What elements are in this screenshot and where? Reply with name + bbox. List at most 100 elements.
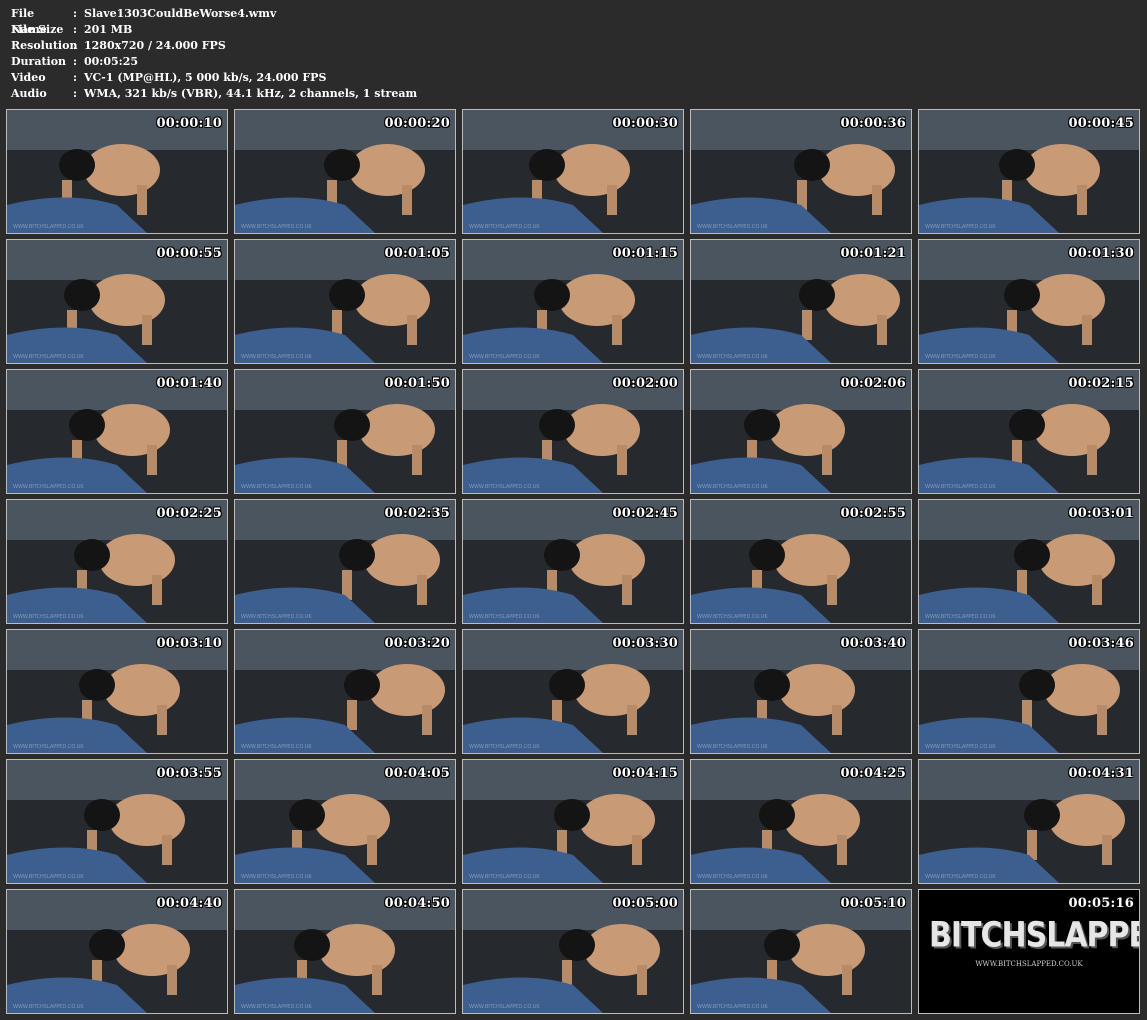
- timestamp-label: 00:01:40: [156, 376, 222, 391]
- info-value: WMA, 321 kb/s (VBR), 44.1 kHz, 2 channel…: [84, 87, 418, 100]
- info-label: Resolution: [11, 39, 78, 52]
- file-info-panel: File Name: Slave1303CouldBeWorse4.wmv File…: [11, 6, 417, 102]
- timestamp-label: 00:02:55: [840, 506, 906, 521]
- video-thumbnail[interactable]: WWW.BITCHSLAPPED.CO.UK 00:00:55: [6, 239, 228, 364]
- site-watermark: WWW.BITCHSLAPPED.CO.UK: [925, 874, 996, 880]
- video-thumbnail[interactable]: WWW.BITCHSLAPPED.CO.UK 00:01:50: [234, 369, 456, 494]
- timestamp-label: 00:01:50: [384, 376, 450, 391]
- site-watermark: WWW.BITCHSLAPPED.CO.UK: [697, 354, 768, 360]
- video-thumbnail[interactable]: WWW.BITCHSLAPPED.CO.UK 00:05:00: [462, 889, 684, 1014]
- video-thumbnail[interactable]: WWW.BITCHSLAPPED.CO.UK 00:03:20: [234, 629, 456, 754]
- info-value: 1280x720 / 24.000 FPS: [84, 39, 226, 52]
- timestamp-label: 00:04:15: [612, 766, 678, 781]
- video-thumbnail[interactable]: WWW.BITCHSLAPPED.CO.UK 00:04:05: [234, 759, 456, 884]
- info-separator: :: [73, 7, 78, 20]
- site-watermark: WWW.BITCHSLAPPED.CO.UK: [13, 1004, 84, 1010]
- timestamp-label: 00:03:10: [156, 636, 222, 651]
- brand-url: WWW.BITCHSLAPPED.CO.UK: [975, 960, 1083, 968]
- info-separator: :: [73, 23, 78, 36]
- video-thumbnail[interactable]: WWW.BITCHSLAPPED.CO.UK 00:03:01: [918, 499, 1140, 624]
- site-watermark: WWW.BITCHSLAPPED.CO.UK: [469, 874, 540, 880]
- video-thumbnail[interactable]: WWW.BITCHSLAPPED.CO.UK 00:03:55: [6, 759, 228, 884]
- site-watermark: WWW.BITCHSLAPPED.CO.UK: [469, 224, 540, 230]
- timestamp-label: 00:00:36: [840, 116, 906, 131]
- timestamp-label: 00:02:15: [1068, 376, 1134, 391]
- video-thumbnail[interactable]: WWW.BITCHSLAPPED.CO.UK 00:02:00: [462, 369, 684, 494]
- info-label: Audio: [11, 87, 47, 100]
- site-watermark: WWW.BITCHSLAPPED.CO.UK: [469, 744, 540, 750]
- site-watermark: WWW.BITCHSLAPPED.CO.UK: [697, 1004, 768, 1010]
- timestamp-label: 00:03:01: [1068, 506, 1134, 521]
- info-label: Duration: [11, 55, 67, 68]
- timestamp-label: 00:01:30: [1068, 246, 1134, 261]
- video-thumbnail[interactable]: WWW.BITCHSLAPPED.CO.UK 00:00:20: [234, 109, 456, 234]
- timestamp-label: 00:04:31: [1068, 766, 1134, 781]
- site-watermark: WWW.BITCHSLAPPED.CO.UK: [925, 224, 996, 230]
- video-thumbnail[interactable]: WWW.BITCHSLAPPED.CO.UK 00:00:10: [6, 109, 228, 234]
- video-thumbnail[interactable]: WWW.BITCHSLAPPED.CO.UK 00:04:25: [690, 759, 912, 884]
- site-watermark: WWW.BITCHSLAPPED.CO.UK: [241, 224, 312, 230]
- info-row: Audio: WMA, 321 kb/s (VBR), 44.1 kHz, 2 c…: [11, 86, 417, 102]
- info-row: Video: VC-1 (MP@HL), 5 000 kb/s, 24.000 F…: [11, 70, 417, 86]
- info-row: File Size:201 MB: [11, 22, 417, 38]
- video-thumbnail[interactable]: WWW.BITCHSLAPPED.CO.UK 00:02:06: [690, 369, 912, 494]
- site-watermark: WWW.BITCHSLAPPED.CO.UK: [925, 614, 996, 620]
- video-thumbnail[interactable]: WWW.BITCHSLAPPED.CO.UK 00:02:45: [462, 499, 684, 624]
- timestamp-label: 00:02:25: [156, 506, 222, 521]
- timestamp-label: 00:03:40: [840, 636, 906, 651]
- timestamp-label: 00:00:20: [384, 116, 450, 131]
- timestamp-label: 00:03:30: [612, 636, 678, 651]
- timestamp-label: 00:00:55: [156, 246, 222, 261]
- video-thumbnail[interactable]: WWW.BITCHSLAPPED.CO.UK 00:04:15: [462, 759, 684, 884]
- video-thumbnail[interactable]: WWW.BITCHSLAPPED.CO.UK 00:01:15: [462, 239, 684, 364]
- site-watermark: WWW.BITCHSLAPPED.CO.UK: [697, 874, 768, 880]
- timestamp-label: 00:00:45: [1068, 116, 1134, 131]
- site-watermark: WWW.BITCHSLAPPED.CO.UK: [925, 484, 996, 490]
- site-watermark: WWW.BITCHSLAPPED.CO.UK: [469, 354, 540, 360]
- timestamp-label: 00:05:16: [1068, 896, 1134, 911]
- timestamp-label: 00:05:10: [840, 896, 906, 911]
- video-thumbnail[interactable]: WWW.BITCHSLAPPED.CO.UK 00:02:25: [6, 499, 228, 624]
- timestamp-label: 00:02:00: [612, 376, 678, 391]
- info-label: File Name: [11, 7, 47, 36]
- video-thumbnail[interactable]: WWW.BITCHSLAPPED.CO.UK 00:04:40: [6, 889, 228, 1014]
- logo-thumbnail[interactable]: BITCHSLAPPED WWW.BITCHSLAPPED.CO.UK 00:05:…: [918, 889, 1140, 1014]
- timestamp-label: 00:04:05: [384, 766, 450, 781]
- site-watermark: WWW.BITCHSLAPPED.CO.UK: [13, 874, 84, 880]
- timestamp-label: 00:04:50: [384, 896, 450, 911]
- video-thumbnail[interactable]: WWW.BITCHSLAPPED.CO.UK 00:03:30: [462, 629, 684, 754]
- site-watermark: WWW.BITCHSLAPPED.CO.UK: [469, 484, 540, 490]
- site-watermark: WWW.BITCHSLAPPED.CO.UK: [13, 354, 84, 360]
- site-watermark: WWW.BITCHSLAPPED.CO.UK: [13, 744, 84, 750]
- video-thumbnail[interactable]: WWW.BITCHSLAPPED.CO.UK 00:00:36: [690, 109, 912, 234]
- site-watermark: WWW.BITCHSLAPPED.CO.UK: [697, 224, 768, 230]
- video-thumbnail[interactable]: WWW.BITCHSLAPPED.CO.UK 00:01:30: [918, 239, 1140, 364]
- video-thumbnail[interactable]: WWW.BITCHSLAPPED.CO.UK 00:01:05: [234, 239, 456, 364]
- info-value: VC-1 (MP@HL), 5 000 kb/s, 24.000 FPS: [84, 71, 327, 84]
- video-thumbnail[interactable]: WWW.BITCHSLAPPED.CO.UK 00:03:10: [6, 629, 228, 754]
- video-thumbnail[interactable]: WWW.BITCHSLAPPED.CO.UK 00:03:46: [918, 629, 1140, 754]
- timestamp-label: 00:03:46: [1068, 636, 1134, 651]
- video-thumbnail[interactable]: WWW.BITCHSLAPPED.CO.UK 00:00:30: [462, 109, 684, 234]
- site-watermark: WWW.BITCHSLAPPED.CO.UK: [241, 874, 312, 880]
- site-watermark: WWW.BITCHSLAPPED.CO.UK: [697, 614, 768, 620]
- timestamp-label: 00:03:55: [156, 766, 222, 781]
- info-row: File Name: Slave1303CouldBeWorse4.wmv: [11, 6, 417, 36]
- site-watermark: WWW.BITCHSLAPPED.CO.UK: [925, 354, 996, 360]
- info-value: Slave1303CouldBeWorse4.wmv: [84, 7, 277, 20]
- video-thumbnail[interactable]: WWW.BITCHSLAPPED.CO.UK 00:04:50: [234, 889, 456, 1014]
- video-thumbnail[interactable]: WWW.BITCHSLAPPED.CO.UK 00:02:35: [234, 499, 456, 624]
- info-row: Duration:00:05:25: [11, 54, 417, 70]
- timestamp-label: 00:00:30: [612, 116, 678, 131]
- video-thumbnail[interactable]: WWW.BITCHSLAPPED.CO.UK 00:04:31: [918, 759, 1140, 884]
- video-thumbnail[interactable]: WWW.BITCHSLAPPED.CO.UK 00:01:40: [6, 369, 228, 494]
- info-separator: :: [73, 87, 78, 100]
- video-thumbnail[interactable]: WWW.BITCHSLAPPED.CO.UK 00:01:21: [690, 239, 912, 364]
- video-thumbnail[interactable]: WWW.BITCHSLAPPED.CO.UK 00:00:45: [918, 109, 1140, 234]
- video-thumbnail[interactable]: WWW.BITCHSLAPPED.CO.UK 00:03:40: [690, 629, 912, 754]
- info-separator: :: [73, 71, 78, 84]
- video-thumbnail[interactable]: WWW.BITCHSLAPPED.CO.UK 00:02:55: [690, 499, 912, 624]
- site-watermark: WWW.BITCHSLAPPED.CO.UK: [925, 744, 996, 750]
- video-thumbnail[interactable]: WWW.BITCHSLAPPED.CO.UK 00:02:15: [918, 369, 1140, 494]
- video-thumbnail[interactable]: WWW.BITCHSLAPPED.CO.UK 00:05:10: [690, 889, 912, 1014]
